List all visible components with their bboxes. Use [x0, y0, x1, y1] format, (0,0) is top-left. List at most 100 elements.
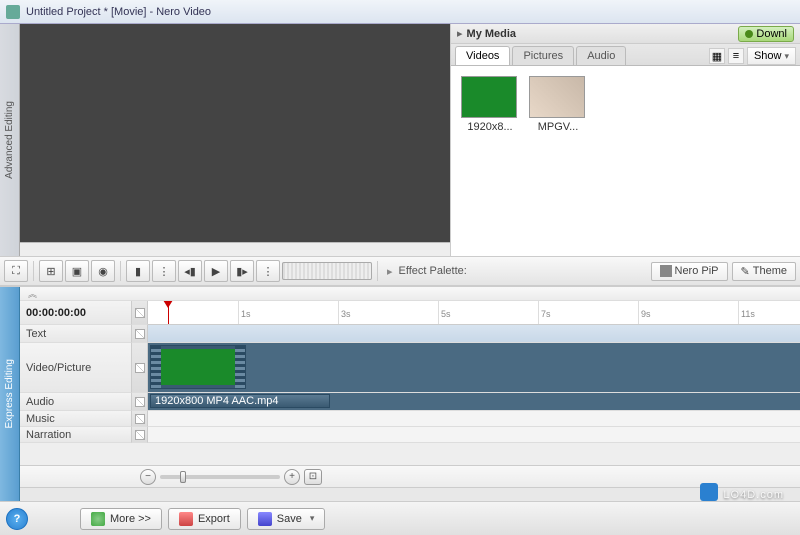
track-label-video: Video/Picture [20, 343, 132, 393]
export-icon [179, 512, 193, 526]
download-button[interactable]: Downl [738, 26, 794, 42]
track-toggle[interactable] [132, 427, 148, 443]
track-toggle[interactable] [132, 343, 148, 393]
tab-advanced-editing[interactable]: Advanced Editing [0, 24, 20, 256]
media-header: ▸ My Media Downl [451, 24, 800, 44]
audio-clip[interactable]: 1920x800 MP4 AAC.mp4 [150, 394, 330, 408]
track-toggle[interactable] [132, 301, 148, 325]
track-narration: Narration [20, 427, 800, 443]
video-preview[interactable] [20, 24, 450, 242]
zoom-controls: − + ⊡ [20, 465, 800, 487]
export-button[interactable]: Export [168, 508, 241, 530]
ruler-tick: 7s [538, 301, 551, 324]
filmstrip-icon [151, 346, 161, 388]
download-icon [745, 30, 753, 38]
effect-palette-label: Effect Palette: [399, 265, 467, 277]
tab-audio[interactable]: Audio [576, 46, 626, 65]
prev-frame-icon[interactable]: ◂▮ [178, 260, 202, 282]
window-title: Untitled Project * [Movie] - Nero Video [26, 6, 211, 18]
more-button[interactable]: More >> [80, 508, 162, 530]
track-area-text[interactable] [148, 325, 800, 343]
playhead[interactable] [168, 301, 169, 324]
ruler-row: 00:00:00:00 1s 3s 5s 7s 9s 11s 13s [20, 301, 800, 325]
ruler-tick: 9s [638, 301, 651, 324]
mark-out-icon[interactable]: ⋮ [256, 260, 280, 282]
track-video: Video/Picture [20, 343, 800, 393]
chevron-right-icon[interactable]: ▸ [457, 27, 463, 40]
tab-express-label: Express Editing [4, 359, 15, 428]
mark-in-icon[interactable]: ▮ [126, 260, 150, 282]
titlebar: Untitled Project * [Movie] - Nero Video [0, 0, 800, 24]
media-item-label: MPGV... [529, 121, 587, 133]
view-grid-icon[interactable]: ▦ [709, 48, 725, 64]
zoom-fit-button[interactable]: ⊡ [304, 469, 322, 485]
jog-scrubber[interactable] [282, 262, 372, 280]
ruler-tick: 5s [438, 301, 451, 324]
play-icon[interactable]: ▶ [204, 260, 228, 282]
view-list-icon[interactable]: ≡ [728, 48, 744, 64]
track-area-video[interactable] [148, 343, 800, 393]
preview-scrollbar[interactable] [20, 242, 450, 256]
tab-videos[interactable]: Videos [455, 46, 510, 65]
media-item[interactable]: MPGV... [529, 76, 587, 133]
zoom-out-button[interactable]: − [140, 469, 156, 485]
media-item[interactable]: 1920x8... [461, 76, 519, 133]
save-icon [258, 512, 272, 526]
track-toggle[interactable] [132, 411, 148, 427]
next-frame-icon[interactable]: ▮▸ [230, 260, 254, 282]
video-clip[interactable] [150, 345, 246, 389]
ruler-tick: 3s [338, 301, 351, 324]
track-label-audio: Audio [20, 393, 132, 411]
zoom-in-button[interactable]: + [284, 469, 300, 485]
tab-advanced-label: Advanced Editing [4, 101, 15, 179]
track-audio: Audio 1920x800 MP4 AAC.mp4 [20, 393, 800, 411]
thumbnail-icon [461, 76, 517, 118]
clip-thumbnail [161, 349, 235, 385]
track-area-audio[interactable]: 1920x800 MP4 AAC.mp4 [148, 393, 800, 411]
timeline-section: Express Editing ︽ 00:00:00:00 1s 3s 5s 7… [0, 286, 800, 501]
watermark: LO4D.com [698, 483, 784, 503]
tab-express-editing[interactable]: Express Editing [0, 287, 20, 501]
snapshot-icon[interactable]: ◉ [91, 260, 115, 282]
pip-icon [660, 265, 672, 277]
slider-handle[interactable] [180, 471, 186, 483]
chevron-up-icon: ︽ [28, 287, 37, 300]
tracks: 00:00:00:00 1s 3s 5s 7s 9s 11s 13s Text [20, 301, 800, 465]
fullscreen-icon[interactable]: ⛶ [4, 260, 28, 282]
track-toggle[interactable] [132, 393, 148, 411]
track-label-text: Text [20, 325, 132, 343]
track-area-narration[interactable] [148, 427, 800, 443]
tab-pictures[interactable]: Pictures [512, 46, 574, 65]
download-label: Downl [756, 28, 787, 40]
track-music: Music [20, 411, 800, 427]
save-button[interactable]: Save [247, 508, 326, 530]
filmstrip-icon [235, 346, 245, 388]
theme-button[interactable]: ✎Theme [732, 262, 796, 281]
track-label-music: Music [20, 411, 132, 427]
track-area-music[interactable] [148, 411, 800, 427]
preview-column [20, 24, 450, 256]
track-label-narration: Narration [20, 427, 132, 443]
tool-icon[interactable]: ⊞ [39, 260, 63, 282]
media-title: My Media [467, 28, 517, 40]
help-button[interactable]: ? [6, 508, 28, 530]
thumbnail-icon [529, 76, 585, 118]
timecode-display: 00:00:00:00 [20, 301, 132, 325]
media-item-label: 1920x8... [461, 121, 519, 133]
timeline-body: ︽ 00:00:00:00 1s 3s 5s 7s 9s 11s 13s Tex… [20, 287, 800, 501]
media-body: 1920x8... MPGV... [451, 66, 800, 256]
bottom-bar: ? More >> Export Save [0, 501, 800, 535]
timeline-collapse-row[interactable]: ︽ [20, 287, 800, 301]
zoom-slider[interactable] [160, 475, 280, 479]
wand-icon: ✎ [741, 265, 750, 278]
nero-pip-button[interactable]: Nero PiP [651, 262, 728, 281]
time-ruler[interactable]: 1s 3s 5s 7s 9s 11s 13s [148, 301, 800, 325]
track-toggle[interactable] [132, 325, 148, 343]
show-dropdown[interactable]: Show [747, 47, 796, 65]
split-icon[interactable]: ⋮ [152, 260, 176, 282]
chevron-right-icon[interactable]: ▸ [387, 265, 393, 278]
media-panel: ▸ My Media Downl Videos Pictures Audio ▦… [450, 24, 800, 256]
tool-icon[interactable]: ▣ [65, 260, 89, 282]
ruler-tick: 1s [238, 301, 251, 324]
timeline-scrollbar[interactable] [20, 487, 800, 501]
